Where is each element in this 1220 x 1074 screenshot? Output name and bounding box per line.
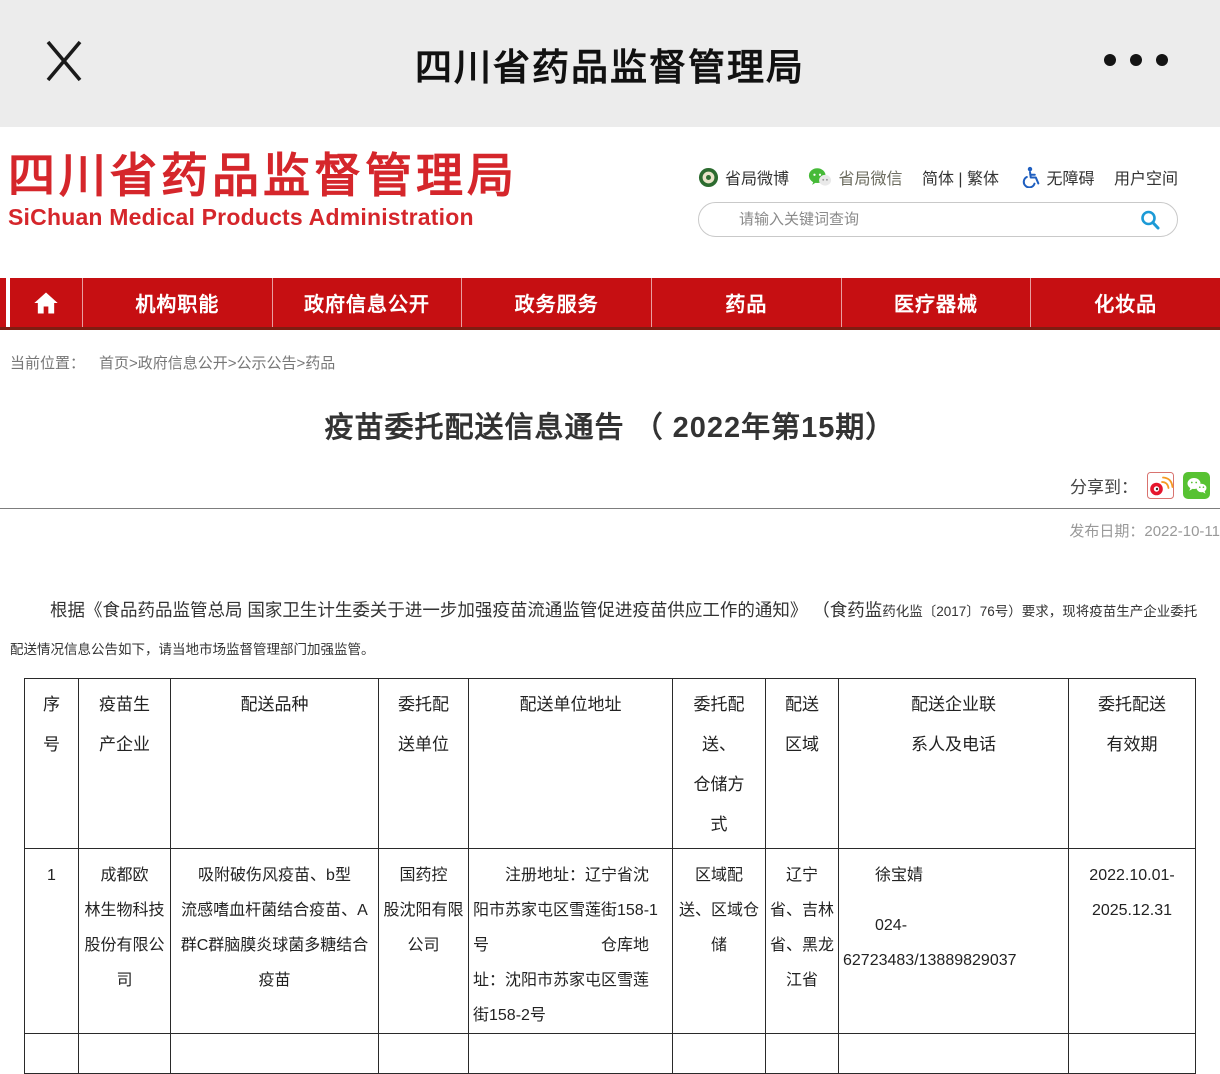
table-row-partial	[25, 1034, 1196, 1074]
nav-item-gov-services[interactable]: 政务服务	[461, 278, 651, 327]
search-box	[698, 202, 1178, 237]
page-title: 疫苗委托配送信息通告 （ 2022年第15期）	[0, 404, 1220, 446]
wechat-link[interactable]: 省局微信	[808, 165, 902, 189]
breadcrumb: 当前位置： 首页>政府信息公开>公示公告>药品	[0, 330, 1220, 380]
table-cell	[1069, 1034, 1196, 1074]
table-header-row: 序号疫苗生产企业配送品种委托配送单位配送单位地址委托配送、仓储方式配送区域配送企…	[25, 679, 1196, 849]
share-row: 分享到：	[0, 472, 1210, 499]
nav-item-organization[interactable]: 机构职能	[82, 278, 272, 327]
table-cell: 国药控股沈阳有限公司	[379, 849, 469, 1034]
nav-home-icon[interactable]	[10, 278, 82, 327]
table-cell: 辽宁省、吉林省、黑龙江省	[766, 849, 839, 1034]
breadcrumb-path[interactable]: 首页>政府信息公开>公示公告>药品	[99, 355, 335, 372]
nav-item-drugs[interactable]: 药品	[651, 278, 841, 327]
table-cell: 注册地址：辽宁省沈阳市苏家屯区雪莲街158-1号 仓库地址：沈阳市苏家屯区雪莲街…	[469, 849, 673, 1034]
table-header-cell: 委托配送、仓储方式	[673, 679, 766, 849]
share-wechat-icon[interactable]	[1183, 472, 1210, 499]
table-header-cell: 疫苗生产企业	[79, 679, 171, 849]
nav-item-cosmetics[interactable]: 化妆品	[1030, 278, 1220, 327]
table-cell	[25, 1034, 79, 1074]
table-cell	[839, 1034, 1069, 1074]
table-body: 1成都欧林生物科技股份有限公司吸附破伤风疫苗、b型流感嗜血杆菌结合疫苗、A群C群…	[25, 849, 1196, 1074]
table-header: 序号疫苗生产企业配送品种委托配送单位配送单位地址委托配送、仓储方式配送区域配送企…	[25, 679, 1196, 849]
table-cell	[379, 1034, 469, 1074]
table-cell: 成都欧林生物科技股份有限公司	[79, 849, 171, 1034]
weibo-icon	[698, 167, 719, 188]
language-switch[interactable]: 简体 | 繁体	[922, 165, 999, 189]
table-cell	[171, 1034, 379, 1074]
nav-item-medical-devices[interactable]: 医疗器械	[841, 278, 1031, 327]
wechat-icon	[808, 167, 832, 188]
logo-subtitle: SiChuan Medical Products Administration	[8, 204, 518, 231]
table-header-cell: 配送单位地址	[469, 679, 673, 849]
table-header-cell: 委托配送单位	[379, 679, 469, 849]
table-cell: 1	[25, 849, 79, 1034]
header-quick-links: 省局微博 省局微信 简体 | 繁体 无障碍 用户空间	[698, 165, 1178, 189]
more-menu-icon[interactable]	[1104, 54, 1168, 66]
wechat-browser-bar: 四川省药品监督管理局	[0, 0, 1220, 127]
search-input[interactable]	[715, 210, 1139, 229]
breadcrumb-label: 当前位置：	[10, 355, 85, 372]
notice-paragraph: 根据《食品药品监管总局 国家卫生计生委关于进一步加强疫苗流通监管促进疫苗供应工作…	[10, 591, 1210, 669]
share-weibo-icon[interactable]	[1147, 472, 1174, 499]
nav-notch	[0, 278, 10, 327]
table-header-cell: 配送企业联系人及电话	[839, 679, 1069, 849]
table-cell: 区域配送、区域仓储	[673, 849, 766, 1034]
paragraph-lead: 根据《食品药品监管总局 国家卫生计生委关于进一步加强疫苗流通监管促进疫苗供应工作…	[50, 600, 882, 620]
table-cell	[469, 1034, 673, 1074]
table-cell	[79, 1034, 171, 1074]
table-cell: 2022.10.01-2025.12.31	[1069, 849, 1196, 1034]
table-row: 1成都欧林生物科技股份有限公司吸附破伤风疫苗、b型流感嗜血杆菌结合疫苗、A群C群…	[25, 849, 1196, 1034]
table-cell	[673, 1034, 766, 1074]
logo-title: 四川省药品监督管理局	[8, 149, 518, 203]
share-label: 分享到：	[1070, 473, 1138, 498]
browser-page-title: 四川省药品监督管理局	[0, 0, 1220, 127]
user-space-link[interactable]: 用户空间	[1114, 165, 1178, 189]
table-header-cell: 委托配送有效期	[1069, 679, 1196, 849]
table-cell	[766, 1034, 839, 1074]
site-logo[interactable]: 四川省药品监督管理局 SiChuan Medical Products Admi…	[8, 149, 518, 231]
table-header-cell: 配送品种	[171, 679, 379, 849]
nav-item-gov-info[interactable]: 政府信息公开	[272, 278, 462, 327]
site-header: 四川省药品监督管理局 SiChuan Medical Products Admi…	[0, 127, 1220, 278]
table-header-cell: 序号	[25, 679, 79, 849]
vaccine-delivery-table: 序号疫苗生产企业配送品种委托配送单位配送单位地址委托配送、仓储方式配送区域配送企…	[24, 678, 1196, 1074]
publish-date: 发布日期：2022-10-11	[0, 509, 1220, 541]
accessibility-link[interactable]: 无障碍	[1019, 165, 1095, 189]
search-icon[interactable]	[1139, 209, 1161, 231]
table-cell: 徐宝婧024-62723483/13889829037	[839, 849, 1069, 1034]
table-header-cell: 配送区域	[766, 679, 839, 849]
main-nav: 机构职能 政府信息公开 政务服务 药品 医疗器械 化妆品	[0, 278, 1220, 330]
weibo-link[interactable]: 省局微博	[698, 165, 789, 189]
table-cell: 吸附破伤风疫苗、b型流感嗜血杆菌结合疫苗、A群C群脑膜炎球菌多糖结合疫苗	[171, 849, 379, 1034]
close-icon[interactable]	[36, 32, 92, 88]
accessibility-icon	[1019, 166, 1041, 188]
